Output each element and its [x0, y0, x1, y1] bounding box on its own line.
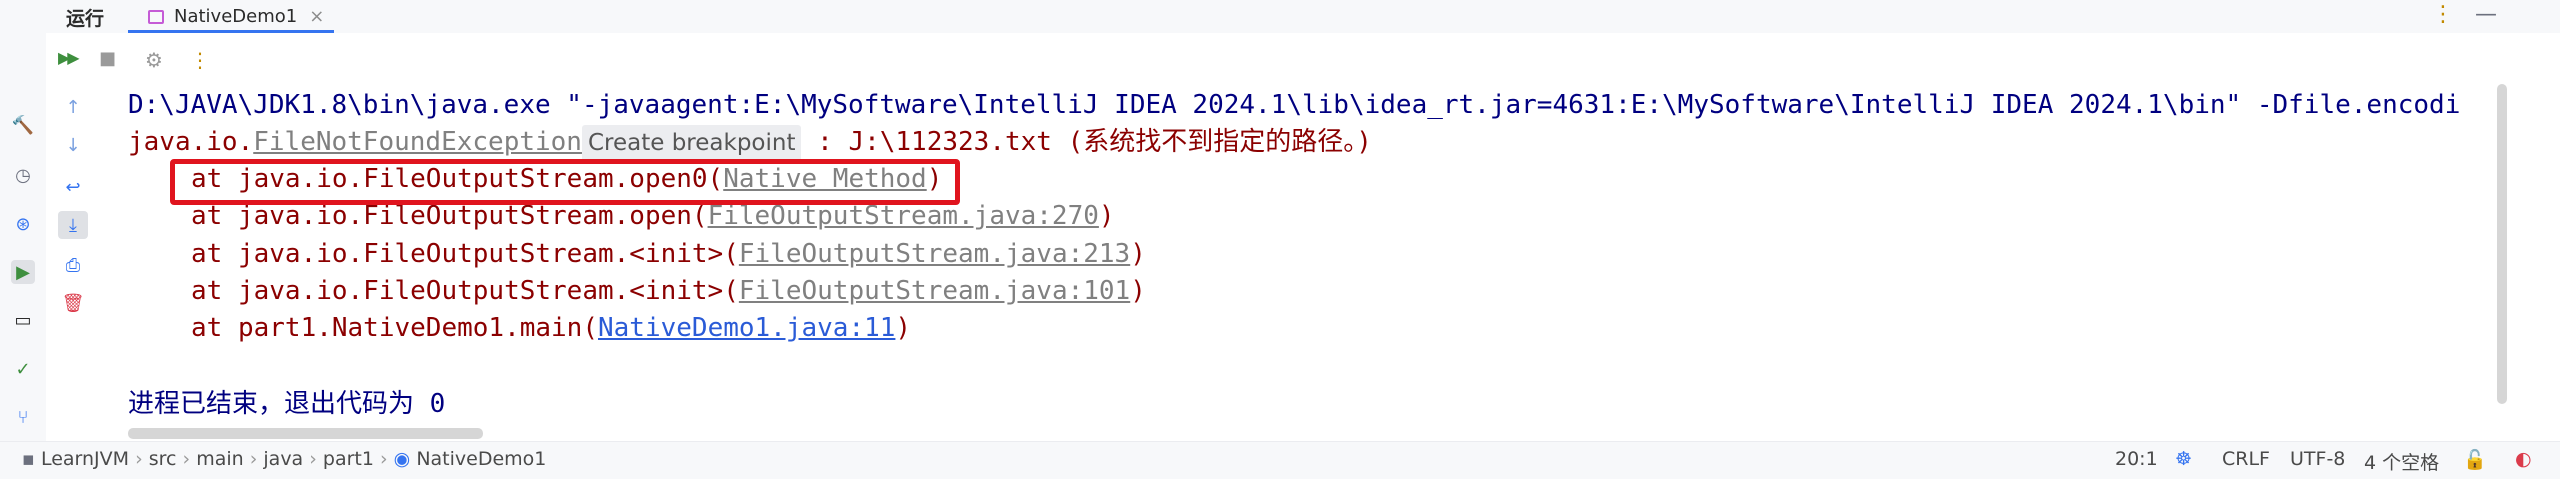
- console-exception-line: java.io.FileNotFoundException Create brea…: [128, 124, 1372, 162]
- breadcrumb: ▪ LearnJVM › src › main › java › part1 ›…: [22, 448, 546, 470]
- run-settings-icon[interactable]: ⚙: [145, 48, 163, 72]
- toolbar-more-icon[interactable]: ⋮: [190, 48, 210, 72]
- history-icon[interactable]: ◷: [11, 163, 35, 187]
- stack-frame-text: at part1.NativeDemo1.main(: [191, 313, 598, 343]
- rerun-icon[interactable]: ▶▶: [58, 48, 80, 67]
- horizontal-scrollbar[interactable]: [128, 428, 483, 439]
- scroll-up-icon[interactable]: ↑: [58, 93, 88, 121]
- stack-frame-paren: ): [1130, 239, 1146, 269]
- breadcrumb-separator: ›: [309, 448, 317, 470]
- vertical-scrollbar[interactable]: [2497, 84, 2507, 404]
- more-options-icon[interactable]: ⋮: [2432, 2, 2454, 27]
- breadcrumb-separator: ›: [182, 448, 191, 470]
- module-icon: ▪: [22, 448, 35, 470]
- tab-active-indicator: [128, 30, 334, 33]
- caret-position[interactable]: 20:1: [2115, 448, 2158, 470]
- highlight-annotation-box: [170, 159, 960, 205]
- close-icon[interactable]: ×: [309, 6, 324, 27]
- problems-check-icon[interactable]: ✓: [11, 357, 35, 381]
- run-config-icon: [148, 9, 164, 24]
- breadcrumb-item[interactable]: java: [263, 448, 303, 470]
- stack-frame-text: at java.io.FileOutputStream.<init>(: [191, 239, 739, 269]
- breadcrumb-separator: ›: [135, 448, 143, 470]
- breadcrumb-separator: ›: [380, 448, 388, 470]
- exception-message: : J:\112323.txt (系统找不到指定的路径。): [801, 127, 1372, 157]
- git-icon[interactable]: ⑂: [11, 405, 35, 429]
- stop-icon[interactable]: ■: [99, 48, 116, 69]
- create-breakpoint-tooltip[interactable]: Create breakpoint: [581, 125, 802, 162]
- tool-window-title: 运行: [66, 8, 105, 30]
- tab-nativedemo1[interactable]: NativeDemo1 ×: [128, 0, 334, 33]
- scroll-down-icon[interactable]: ↓: [58, 131, 88, 159]
- breadcrumb-separator: ›: [249, 448, 258, 470]
- stack-frame-paren: ): [895, 313, 912, 343]
- print-icon[interactable]: ⎙: [58, 251, 88, 279]
- stack-frame: at java.io.FileOutputStream.<init>(FileO…: [191, 236, 1146, 273]
- stack-frame-text: at java.io.FileOutputStream.<init>(: [191, 276, 739, 306]
- exception-package: java.io.: [128, 127, 254, 157]
- memory-indicator-icon[interactable]: ◐: [2515, 448, 2532, 470]
- stack-frame-link[interactable]: FileOutputStream.java:213: [739, 239, 1130, 269]
- stack-frame-link[interactable]: FileOutputStream.java:270: [708, 201, 1099, 231]
- build-icon[interactable]: 🔨: [11, 113, 35, 137]
- soft-wrap-icon[interactable]: ↩: [58, 173, 88, 201]
- run-tool-window-header: [0, 0, 2560, 33]
- line-ending[interactable]: CRLF: [2222, 448, 2270, 470]
- breadcrumb-item[interactable]: LearnJVM: [41, 448, 129, 470]
- minimize-icon[interactable]: —: [2475, 2, 2497, 27]
- inspection-icon[interactable]: ☸: [2175, 448, 2192, 470]
- breadcrumb-item[interactable]: src: [149, 448, 177, 470]
- tab-label: NativeDemo1: [174, 6, 298, 27]
- terminal-icon[interactable]: ▭: [11, 308, 35, 332]
- stack-frame-paren: ): [1130, 276, 1146, 306]
- services-icon[interactable]: ⊛: [11, 212, 35, 236]
- stack-frame: at java.io.FileOutputStream.<init>(FileO…: [191, 273, 1146, 310]
- exception-class-link[interactable]: FileNotFoundException: [253, 127, 582, 157]
- breadcrumb-item[interactable]: main: [196, 448, 243, 470]
- stack-frame-link[interactable]: NativeDemo1.java:11: [598, 313, 895, 343]
- indent-setting[interactable]: 4 个空格: [2364, 448, 2439, 475]
- stack-frame-paren: ): [1098, 201, 1115, 231]
- console-command-line: D:\JAVA\JDK1.8\bin\java.exe "-javaagent:…: [128, 90, 2461, 120]
- class-icon: ◉: [393, 448, 411, 470]
- process-exit-message: 进程已结束，退出代码为 0: [128, 389, 446, 419]
- breadcrumb-item[interactable]: part1: [323, 448, 374, 470]
- breadcrumb-item[interactable]: NativeDemo1: [416, 448, 546, 470]
- stack-frame-link[interactable]: FileOutputStream.java:101: [739, 276, 1130, 306]
- scroll-to-end-icon[interactable]: ⤓: [58, 211, 88, 239]
- clear-trash-icon[interactable]: 🗑: [58, 289, 88, 317]
- file-encoding[interactable]: UTF-8: [2290, 448, 2345, 470]
- stack-frame-text: at java.io.FileOutputStream.open(: [191, 201, 708, 231]
- run-icon[interactable]: ▶: [11, 260, 35, 284]
- lock-icon[interactable]: 🔓: [2463, 448, 2487, 471]
- stack-frame: at part1.NativeDemo1.main(NativeDemo1.ja…: [191, 310, 911, 347]
